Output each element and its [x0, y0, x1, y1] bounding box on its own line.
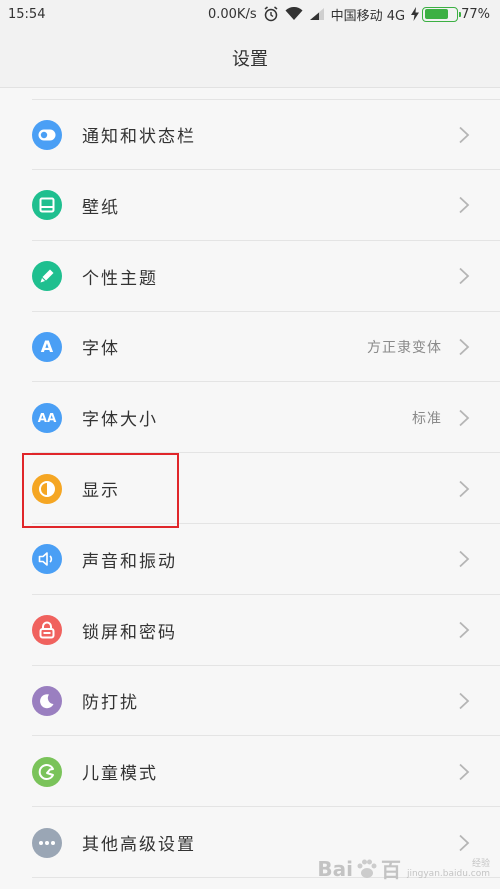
more-icon	[32, 827, 62, 858]
settings-item-label: 防打扰	[82, 693, 139, 714]
watermark-sub2: jingyan.baidu.com	[406, 868, 490, 879]
settings-item-value: 方正隶变体	[367, 339, 442, 356]
icon-glyph: A	[40, 337, 54, 357]
watermark-brand: Bai	[317, 856, 353, 881]
chevron-right-icon	[459, 621, 470, 639]
battery-percent: 77%	[461, 6, 490, 22]
chevron-right-icon	[459, 480, 470, 497]
battery-fill	[424, 9, 449, 19]
status-bar: 15:54 0.00K/s 中国移动 4G 77%	[0, 0, 500, 28]
settings-item[interactable]: 防打扰	[0, 665, 500, 737]
alarm-icon	[264, 6, 278, 22]
status-time: 15:54	[8, 6, 46, 22]
chevron-right-icon	[459, 338, 470, 356]
battery-icon	[422, 6, 462, 22]
settings-item-label: 字体	[82, 339, 120, 360]
moon-icon	[32, 685, 62, 716]
chevron-right-icon	[459, 409, 470, 426]
chevron-right-icon	[459, 834, 470, 851]
chevron-right-icon	[459, 267, 470, 285]
carrier-label: 中国移动 4G	[330, 8, 406, 24]
highlight-box	[22, 453, 179, 528]
signal-icon	[309, 8, 324, 20]
settings-item[interactable]: AA 字体大小 标准	[0, 382, 500, 454]
settings-item-label: 其他高级设置	[82, 835, 196, 855]
lock-icon	[32, 615, 62, 646]
chevron-right-icon	[459, 763, 470, 780]
settings-item-value: 标准	[412, 410, 442, 427]
charging-icon	[411, 7, 420, 21]
brush-icon	[32, 261, 62, 292]
settings-item-label: 壁纸	[82, 197, 120, 218]
child-icon	[32, 756, 62, 787]
settings-item-label: 通知和状态栏	[82, 127, 196, 147]
settings-item-label: 锁屏和密码	[82, 622, 177, 643]
settings-item[interactable]: A 字体 方正隶变体	[0, 311, 500, 383]
icon-glyph: AA	[37, 410, 57, 425]
chevron-right-icon	[459, 551, 470, 568]
font-size-icon: AA	[32, 402, 62, 433]
settings-item[interactable]: 通知和状态栏	[0, 99, 500, 170]
title-bar: 设置	[0, 28, 500, 88]
settings-item[interactable]: 声音和振动	[0, 524, 500, 595]
paw-icon	[357, 859, 377, 878]
watermark: Bai 百 经验 jingyan.baidu.com	[317, 854, 490, 883]
settings-item[interactable]: 儿童模式	[0, 736, 500, 808]
net-speed: 0.00K/s	[207, 6, 257, 22]
battery: 77%	[411, 6, 490, 22]
settings-item[interactable]: 个性主题	[0, 241, 500, 312]
watermark-sub1: 经验	[471, 858, 490, 869]
wifi-icon	[285, 7, 303, 20]
chevron-right-icon	[459, 197, 470, 214]
chevron-right-icon	[459, 692, 470, 710]
watermark-brand2: 百	[380, 858, 401, 882]
font-icon: A	[32, 331, 62, 362]
toggle-icon	[32, 119, 62, 150]
settings-item-label: 个性主题	[82, 268, 158, 289]
settings-item[interactable]: 锁屏和密码	[0, 595, 500, 666]
speaker-icon	[32, 544, 62, 575]
settings-list[interactable]: 通知和状态栏 壁纸 个性主题 A 字体 方正隶变体 AA 字体大小 标准 显示 声音和振动 锁屏和密码…	[0, 88, 500, 889]
wallpaper-icon	[32, 190, 62, 221]
status-icons: 0.00K/s 中国移动 4G 77%	[208, 5, 490, 24]
settings-item-label: 儿童模式	[82, 764, 158, 785]
settings-item-label: 字体大小	[82, 410, 158, 431]
settings-item[interactable]: 壁纸	[0, 170, 500, 241]
chevron-right-icon	[459, 126, 470, 143]
settings-item-label: 声音和振动	[82, 551, 177, 572]
page-title: 设置	[232, 48, 268, 70]
